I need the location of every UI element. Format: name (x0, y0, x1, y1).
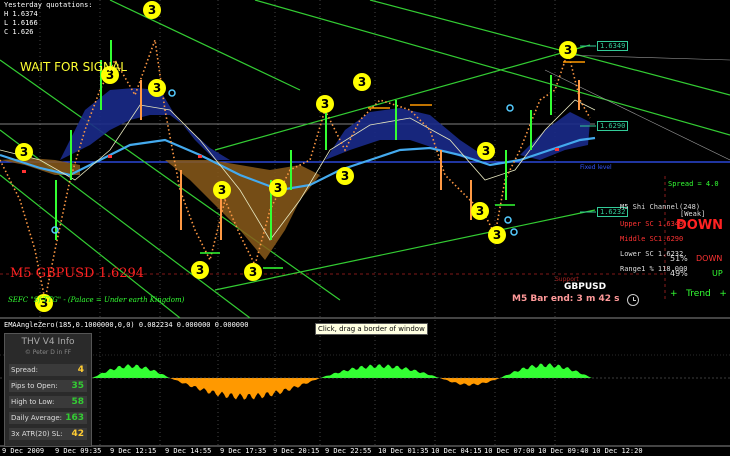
thv-row-label: Daily Average: (11, 414, 63, 422)
thv-row-value: 42 (71, 429, 84, 439)
indicator-title: EMAAngleZero(185,0.1000000,0,0) 0.082234… (4, 321, 249, 329)
signal-3-marker: 3 (148, 79, 166, 97)
histogram-segment (440, 378, 500, 386)
time-tick: 10 Dec 07:00 (484, 447, 535, 455)
thv-title: THV V4 Info (21, 337, 75, 347)
down-percent: 51% (670, 254, 688, 263)
thv-row-label: High to Low: (11, 398, 55, 406)
thv-row: Daily Average: 163 (9, 412, 87, 424)
symbol-price-label: M5 GBPUSD 1.6294 (10, 266, 145, 281)
signal-3-marker: 3 (471, 202, 489, 220)
thv-row-label: Pips to Open: (11, 382, 58, 390)
signal-3-marker: 3 (244, 263, 262, 281)
thv-row: High to Low: 58 (9, 396, 87, 408)
channel-strength: [Weak] (680, 210, 706, 218)
upper-sc: Upper SC 1.6349 (620, 220, 684, 228)
signal-3-marker: 3 (353, 73, 371, 91)
ema-angle-histogram (92, 363, 592, 400)
price-box-upper: 1.6349 (597, 41, 629, 51)
signal-3-marker: 3 (15, 143, 33, 161)
bar-end-timer: M5 Bar end: 3 m 42 s (512, 294, 620, 304)
signal-3-marker: 3 (559, 41, 577, 59)
signal-3-marker: 3 (269, 179, 287, 197)
trend-label: + Trend + (670, 289, 727, 299)
fixed-level-label: Fixed level (580, 164, 612, 171)
yesterday-quotes: Yesterday quotations: H 1.6374 L 1.6166 … (4, 1, 93, 37)
thv-row: 3x ATR(20) SL: 42 (9, 428, 87, 440)
time-tick: 9 Dec 14:55 (165, 447, 212, 455)
thv-row-value: 35 (71, 381, 84, 391)
time-tick: 9 Dec 22:55 (325, 447, 372, 455)
signal-3-marker: 3 (336, 167, 354, 185)
histogram-segment (500, 363, 592, 378)
signal-3-marker: 3 (191, 261, 209, 279)
bar-symbol: GBPUSD (564, 282, 607, 292)
histogram-segment (170, 378, 320, 400)
thv-row-label: Spread: (11, 366, 39, 374)
thv-row: Spread: 4 (9, 364, 87, 376)
time-tick: 9 Dec 2009 (2, 447, 45, 455)
signature-text: SEFC "Sf-TTG" - (Palace = Under earth Ki… (8, 296, 185, 304)
price-box-middle: 1.6290 (597, 121, 629, 131)
tooltip: Click, drag a border of window (315, 323, 428, 335)
signal-3-marker: 3 (488, 226, 506, 244)
time-tick: 9 Dec 09:35 (55, 447, 102, 455)
time-tick: 10 Dec 12:20 (592, 447, 643, 455)
time-tick: 9 Dec 17:35 (220, 447, 267, 455)
middle-sc: Middle SC1.6290 (620, 235, 684, 243)
clock-icon (627, 294, 639, 306)
quotes-close: C 1.626 (4, 28, 34, 36)
signal-3-marker: 3 (316, 95, 334, 113)
up-percent: 49% (670, 269, 688, 278)
up-label: UP (712, 269, 723, 278)
thv-row-value: 58 (71, 397, 84, 407)
thv-row-label: 3x ATR(20) SL: (11, 430, 63, 438)
thv-author: © Peter D in FF (24, 349, 72, 356)
signal-3-marker: 3 (477, 142, 495, 160)
direction-label: DOWN (676, 218, 724, 233)
signal-3-marker: 3 (143, 1, 161, 19)
time-tick: 10 Dec 04:15 (431, 447, 482, 455)
spread-readout: Spread = 4.0 (668, 180, 719, 188)
quotes-title: Yesterday quotations: (4, 1, 93, 9)
histogram-segment (320, 364, 440, 378)
histogram-segment (92, 364, 170, 378)
time-tick: 10 Dec 09:40 (538, 447, 589, 455)
quotes-high: H 1.6374 (4, 10, 38, 18)
time-tick: 10 Dec 01:35 (378, 447, 429, 455)
thv-row-value: 163 (65, 413, 84, 423)
quotes-low: L 1.6166 (4, 19, 38, 27)
signal-3-marker: 3 (213, 181, 231, 199)
thv-row-value: 4 (77, 365, 84, 375)
thv-info-panel[interactable]: THV V4 Info © Peter D in FF Spread: 4 Pips… (4, 333, 92, 447)
signal-banner: WAIT FOR SIGNAL (20, 60, 127, 74)
thv-row: Pips to Open: 35 (9, 380, 87, 392)
time-tick: 9 Dec 12:15 (110, 447, 157, 455)
blue-cloud-2 (325, 108, 490, 160)
time-tick: 9 Dec 20:15 (273, 447, 320, 455)
down-label: DOWN (696, 254, 723, 263)
